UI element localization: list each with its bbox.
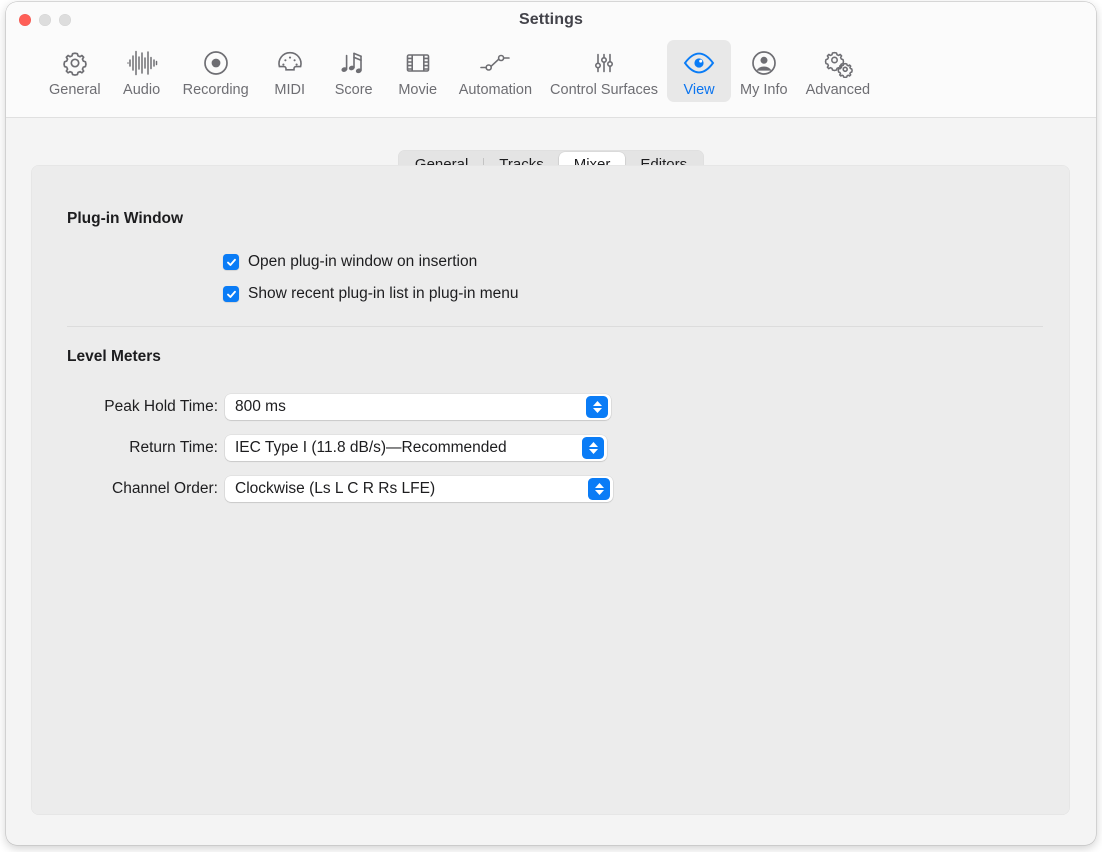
double-gear-icon — [821, 46, 855, 80]
toolbar-item-label: My Info — [740, 82, 788, 98]
eye-icon — [682, 46, 716, 80]
toolbar-items: General Audio Recording MIDI Score Movie… — [40, 40, 879, 102]
toolbar-item-view[interactable]: View — [667, 40, 732, 102]
toolbar-item-recording[interactable]: Recording — [174, 40, 258, 102]
record-circle-icon — [201, 46, 231, 80]
return-time-popup[interactable]: IEC Type I (11.8 dB/s)—Recommended — [225, 435, 607, 461]
settings-window: Settings General Audio Recording MIDI Sc… — [6, 2, 1096, 845]
toolbar-item-label: Audio — [123, 82, 161, 98]
automation-nodes-icon — [477, 46, 513, 80]
window-toolbar: Settings General Audio Recording MIDI Sc… — [6, 2, 1096, 118]
level-meters-heading: Level Meters — [67, 348, 161, 365]
music-notes-icon — [338, 46, 370, 80]
window-title: Settings — [519, 11, 583, 28]
checkmark-icon — [226, 258, 236, 266]
section-separator — [67, 326, 1043, 327]
toolbar-item-label: View — [683, 82, 715, 98]
toolbar-item-label: Control Surfaces — [550, 82, 659, 98]
stepper-chevrons-icon[interactable] — [586, 396, 608, 418]
return-time-value: IEC Type I (11.8 dB/s)—Recommended — [235, 439, 507, 456]
toolbar-item-label: Score — [334, 82, 373, 98]
checkbox-open-plugin-window[interactable] — [223, 254, 239, 270]
sliders-icon — [589, 46, 619, 80]
stepper-chevrons-icon[interactable] — [582, 437, 604, 459]
toolbar-item-automation[interactable]: Automation — [450, 40, 541, 102]
toolbar-item-score[interactable]: Score — [322, 40, 386, 102]
person-circle-icon — [749, 46, 779, 80]
row-peak-hold-time: Peak Hold Time: 800 ms — [67, 393, 611, 421]
stepper-chevrons-icon[interactable] — [588, 478, 610, 500]
toolbar-item-audio[interactable]: Audio — [110, 40, 174, 102]
midi-connector-icon — [275, 46, 305, 80]
waveform-icon — [125, 46, 159, 80]
toolbar-item-movie[interactable]: Movie — [386, 40, 450, 102]
toolbar-item-label: Recording — [182, 82, 249, 98]
checkbox-row-open-plugin-window[interactable]: Open plug-in window on insertion — [223, 253, 477, 271]
channel-order-label: Channel Order: — [112, 480, 218, 497]
row-channel-order: Channel Order: Clockwise (Ls L C R Rs LF… — [67, 475, 613, 503]
toolbar-item-advanced[interactable]: Advanced — [797, 40, 880, 102]
toolbar-item-control-surfaces[interactable]: Control Surfaces — [541, 40, 667, 102]
channel-order-value: Clockwise (Ls L C R Rs LFE) — [235, 480, 436, 497]
settings-panel: Plug-in Window Open plug-in window on in… — [31, 165, 1070, 815]
checkbox-label: Open plug-in window on insertion — [248, 253, 478, 270]
toolbar-item-label: Advanced — [805, 82, 871, 98]
return-time-label: Return Time: — [129, 439, 218, 456]
toolbar-item-midi[interactable]: MIDI — [258, 40, 322, 102]
toolbar-item-my-info[interactable]: My Info — [731, 40, 797, 102]
checkbox-row-show-recent-plugins[interactable]: Show recent plug-in list in plug-in menu — [223, 285, 519, 303]
toolbar-item-label: Automation — [458, 82, 533, 98]
toolbar-item-general[interactable]: General — [40, 40, 110, 102]
peak-hold-time-popup[interactable]: 800 ms — [225, 394, 611, 420]
checkbox-show-recent-plugins[interactable] — [223, 286, 239, 302]
film-strip-icon — [403, 46, 433, 80]
checkbox-label: Show recent plug-in list in plug-in menu — [248, 285, 519, 302]
toolbar-item-label: General — [49, 82, 101, 98]
peak-hold-time-label: Peak Hold Time: — [104, 398, 218, 415]
gear-icon — [60, 46, 90, 80]
row-return-time: Return Time: IEC Type I (11.8 dB/s)—Reco… — [67, 434, 607, 462]
toolbar-item-label: MIDI — [274, 82, 305, 98]
checkmark-icon — [226, 290, 236, 298]
plug-in-window-heading: Plug-in Window — [67, 210, 184, 227]
peak-hold-time-value: 800 ms — [235, 398, 286, 415]
channel-order-popup[interactable]: Clockwise (Ls L C R Rs LFE) — [225, 476, 613, 502]
toolbar-item-label: Movie — [398, 82, 438, 98]
